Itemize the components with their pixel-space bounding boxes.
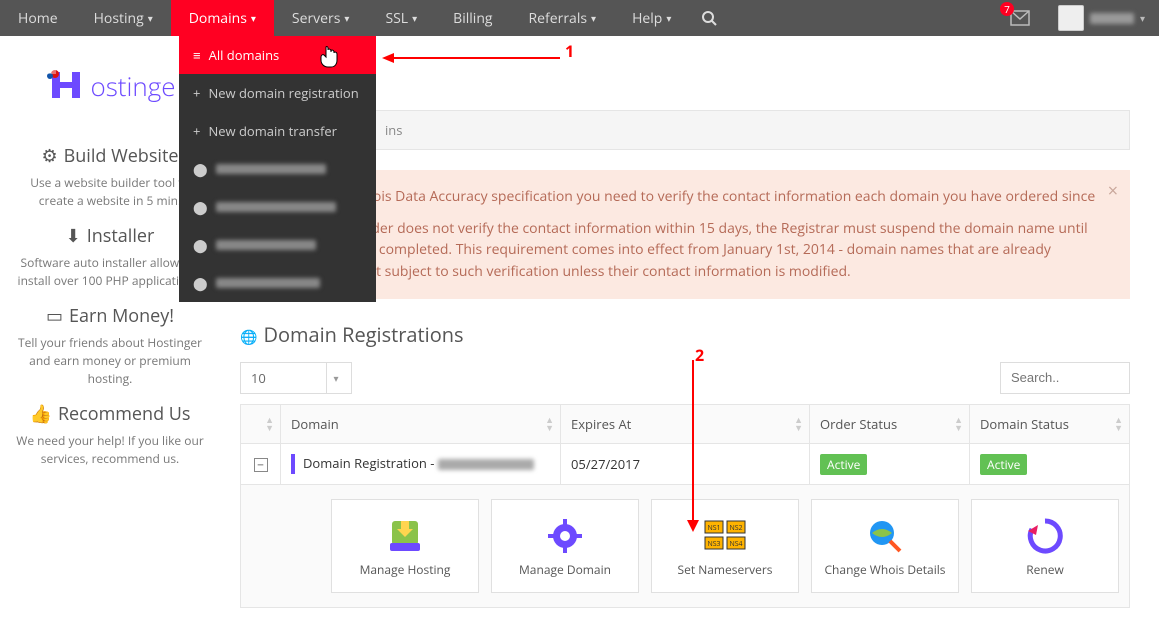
nav-home[interactable]: Home bbox=[0, 0, 76, 36]
dropdown-domain-item-blurred[interactable]: ⬤ bbox=[179, 150, 376, 188]
nameservers-icon: NS1 NS2 NS3 NS4 bbox=[703, 515, 747, 557]
svg-text:NS4: NS4 bbox=[729, 540, 742, 549]
top-nav: Home Hosting▾ Domains▾ Servers▾ SSL▾ Bil… bbox=[0, 0, 1159, 36]
sidebar-earn-text: Tell your friends about Hostinger and ea… bbox=[8, 334, 212, 388]
list-icon: ≡ bbox=[193, 46, 201, 64]
globe-icon: 🌐 bbox=[240, 328, 257, 347]
chevron-down-icon: ▾ bbox=[666, 11, 671, 25]
domains-dropdown: ≡All domains +New domain registration +N… bbox=[179, 36, 376, 302]
dropdown-domain-item-blurred[interactable]: ⬤ bbox=[179, 188, 376, 226]
plus-icon: + bbox=[193, 84, 200, 102]
sidebar-earn-title[interactable]: ▭Earn Money! bbox=[8, 304, 212, 328]
chevron-down-icon: ▾ bbox=[148, 11, 153, 25]
chevron-down-icon: ▾ bbox=[344, 11, 349, 25]
renew-icon bbox=[1026, 515, 1064, 557]
card-change-whois[interactable]: Change Whois Details bbox=[811, 499, 959, 593]
domains-table: ▲▼ Domain▲▼ Expires At▲▼ Order Status▲▼ … bbox=[240, 404, 1130, 486]
nav-help[interactable]: Help▾ bbox=[614, 0, 689, 36]
download-icon: ⬇ bbox=[66, 224, 81, 248]
money-icon: ▭ bbox=[46, 304, 63, 328]
col-order-status[interactable]: Order Status▲▼ bbox=[810, 404, 970, 443]
dropdown-new-transfer[interactable]: +New domain transfer bbox=[179, 112, 376, 150]
user-name-blurred bbox=[1090, 13, 1134, 24]
collapse-icon[interactable]: − bbox=[254, 458, 268, 472]
domain-name-blurred bbox=[438, 459, 534, 470]
avatar-icon bbox=[1058, 5, 1084, 31]
col-domain[interactable]: Domain▲▼ bbox=[281, 404, 561, 443]
col-domain-status[interactable]: Domain Status▲▼ bbox=[970, 404, 1130, 443]
card-renew[interactable]: Renew bbox=[971, 499, 1119, 593]
domain-status-badge: Active bbox=[980, 454, 1027, 475]
nav-domains[interactable]: Domains▾ bbox=[171, 0, 274, 36]
col-toggle[interactable]: ▲▼ bbox=[241, 404, 281, 443]
chevron-down-icon: ▾ bbox=[251, 11, 256, 25]
globe-icon: ⬤ bbox=[193, 160, 208, 178]
hosting-icon bbox=[386, 515, 424, 557]
sidebar-recommend-text: We need your help! If you like our servi… bbox=[8, 432, 212, 468]
dropdown-all-domains[interactable]: ≡All domains bbox=[179, 36, 376, 74]
card-manage-hosting[interactable]: Manage Hosting bbox=[331, 499, 479, 593]
nav-hosting[interactable]: Hosting▾ bbox=[76, 0, 171, 36]
dropdown-new-registration[interactable]: +New domain registration bbox=[179, 74, 376, 112]
card-manage-domain[interactable]: Manage Domain bbox=[491, 499, 639, 593]
gear-icon bbox=[546, 515, 584, 557]
user-menu[interactable]: ▾ bbox=[1044, 0, 1159, 36]
search-icon[interactable] bbox=[689, 0, 729, 36]
page-title: ames bbox=[290, 54, 1130, 92]
svg-text:NS3: NS3 bbox=[707, 540, 720, 549]
dropdown-domain-item-blurred[interactable]: ⬤ bbox=[179, 264, 376, 302]
order-status-badge: Active bbox=[820, 454, 867, 475]
search-input[interactable] bbox=[1000, 362, 1130, 394]
chevron-down-icon: ▾ bbox=[1140, 11, 1145, 25]
notification-badge: 7 bbox=[1000, 2, 1014, 16]
sidebar-recommend-title[interactable]: 👍Recommend Us bbox=[8, 402, 212, 426]
domain-name-cell: Domain Registration - bbox=[303, 454, 438, 472]
action-cards-row: Manage Hosting Manage Domain NS1NS2NS3NS… bbox=[240, 485, 1130, 608]
thumbs-up-icon: 👍 bbox=[30, 402, 52, 426]
annotation-number-2: 2 bbox=[695, 344, 704, 366]
nav-ssl[interactable]: SSL▾ bbox=[367, 0, 435, 36]
globe-icon: ⬤ bbox=[193, 198, 208, 216]
chevron-down-icon: ▾ bbox=[591, 11, 596, 25]
globe-icon: ⬤ bbox=[193, 236, 208, 254]
page-size-select[interactable]: 10 bbox=[240, 362, 352, 394]
annotation-arrow-2 bbox=[692, 360, 694, 520]
svg-text:NS2: NS2 bbox=[729, 524, 742, 533]
globe-icon: ⬤ bbox=[193, 274, 208, 292]
annotation-number-1: 1 bbox=[565, 40, 574, 62]
plus-icon: + bbox=[193, 122, 200, 140]
svg-text:NS1: NS1 bbox=[707, 524, 720, 533]
table-row[interactable]: − Domain Registration - 05/27/2017 Activ… bbox=[241, 443, 1130, 485]
dropdown-domain-item-blurred[interactable]: ⬤ bbox=[179, 226, 376, 264]
col-expires[interactable]: Expires At▲▼ bbox=[561, 404, 810, 443]
gears-icon: ⚙ bbox=[42, 144, 58, 168]
annotation-arrowhead-2 bbox=[687, 518, 699, 537]
close-icon[interactable]: × bbox=[1108, 178, 1118, 206]
nav-servers[interactable]: Servers▾ bbox=[274, 0, 368, 36]
chevron-down-icon: ▾ bbox=[412, 11, 417, 25]
whois-icon bbox=[866, 515, 904, 557]
expires-cell: 05/27/2017 bbox=[561, 443, 810, 485]
notifications-button[interactable]: 7 bbox=[996, 0, 1044, 36]
nav-referrals[interactable]: Referrals▾ bbox=[511, 0, 615, 36]
section-domain-registrations: 🌐Domain Registrations bbox=[240, 321, 1130, 348]
nav-billing[interactable]: Billing bbox=[435, 0, 510, 36]
card-set-nameservers[interactable]: NS1NS2NS3NS4 Set Nameservers bbox=[651, 499, 799, 593]
